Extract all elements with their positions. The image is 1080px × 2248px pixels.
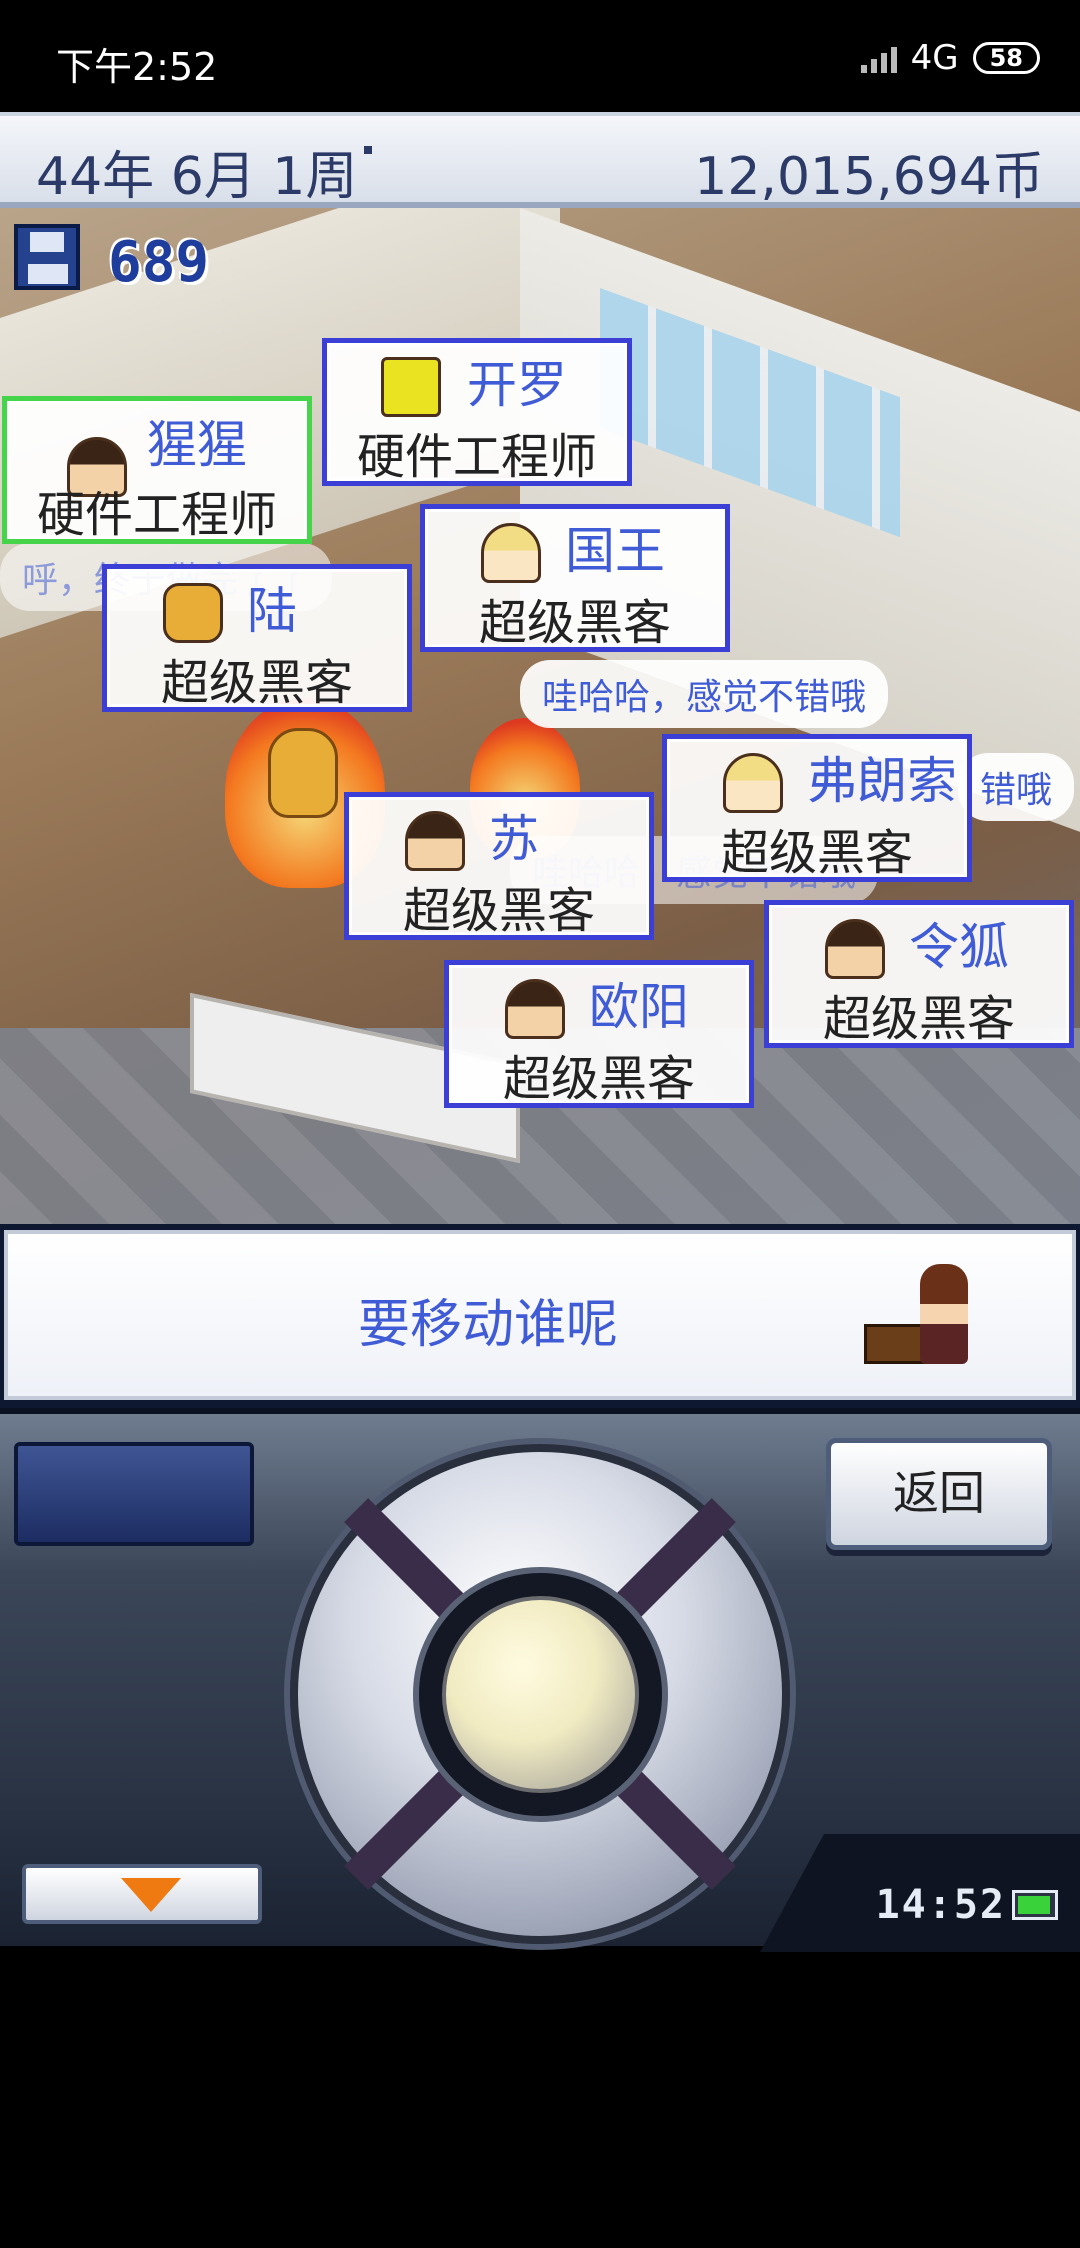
status-right: 4G 58 [860,38,1040,78]
message-panel: 要移动谁呢 [4,1230,1076,1400]
employee-role: 硬件工程师 [36,487,277,543]
secretary-icon [864,1264,974,1374]
employee-card[interactable]: 令狐 超级黑客 [764,900,1074,1048]
network-label: 4G [910,38,959,78]
employee-card[interactable]: 猩猩 硬件工程师 [2,396,312,544]
employee-role: 超级黑客 [720,825,913,881]
prompt-message: 要移动谁呢 [358,1295,619,1355]
blank-panel-button[interactable] [14,1442,254,1546]
employee-card[interactable]: 弗朗索 超级黑客 [662,734,972,882]
date-dot-icon [364,146,372,154]
employee-role: 超级黑客 [402,883,595,939]
speech-bubble: 错哦 [958,753,1075,821]
employee-name: 陆 [247,582,297,640]
employee-avatar [481,523,541,583]
secretary-figure [920,1264,968,1364]
arrow-down-icon [121,1878,181,1912]
employee-avatar [163,583,223,643]
menu-down-button[interactable] [22,1864,262,1924]
employee-name: 弗朗索 [807,752,957,810]
controller-panel: 返回 14:52 [0,1408,1080,1952]
employee-avatar [381,357,441,417]
game-clock: 14:52 [875,1882,1006,1928]
employee-role: 超级黑客 [502,1051,695,1107]
money-display: 12,015,694币 [694,147,1044,207]
employee-role: 超级黑客 [160,655,353,711]
employee-name: 苏 [489,810,539,868]
employee-role: 超级黑客 [478,595,671,651]
employee-avatar [723,753,783,813]
employee-card[interactable]: 陆 超级黑客 [102,564,412,712]
save-icon[interactable] [14,224,80,290]
game-header: 44年 6月 1周 12,015,694币 [0,112,1080,208]
status-bar: 下午2:52 4G 58 [0,0,1080,112]
employee-card[interactable]: 欧阳 超级黑客 [444,960,754,1108]
employee-name: 开罗 [467,356,567,414]
research-points: 689 [108,230,210,295]
employee-role: 硬件工程师 [356,429,597,485]
battery-icon [1012,1890,1058,1920]
office-world[interactable]: 689 呼，终于做完了了 哇哈哈，感觉不错哦 哇哈哈，感觉不错哦 错哦 猩猩 硬… [0,208,1080,1224]
employee-card[interactable]: 开罗 硬件工程师 [322,338,632,486]
back-button[interactable]: 返回 [826,1438,1052,1550]
speech-bubble: 哇哈哈，感觉不错哦 [520,660,889,728]
message-bar: 要移动谁呢 [0,1224,1080,1408]
employee-avatar [505,979,565,1039]
employee-card[interactable]: 国王 超级黑客 [420,504,730,652]
employee-name: 国王 [565,522,665,580]
employee-card[interactable]: 苏 超级黑客 [344,792,654,940]
employee-avatar [825,919,885,979]
employee-name: 猩猩 [147,416,247,474]
dpad[interactable] [290,1444,790,1944]
status-time: 下午2:52 [56,45,218,89]
employee-name: 令狐 [909,918,1009,976]
employee-avatar [405,811,465,871]
bear-employee[interactable] [268,728,338,818]
employee-name: 欧阳 [589,978,689,1036]
confirm-button[interactable] [442,1596,639,1793]
signal-icon [860,43,897,73]
game-date: 44年 6月 1周 [36,147,358,207]
employee-role: 超级黑客 [822,991,1015,1047]
battery-icon: 58 [972,42,1040,74]
